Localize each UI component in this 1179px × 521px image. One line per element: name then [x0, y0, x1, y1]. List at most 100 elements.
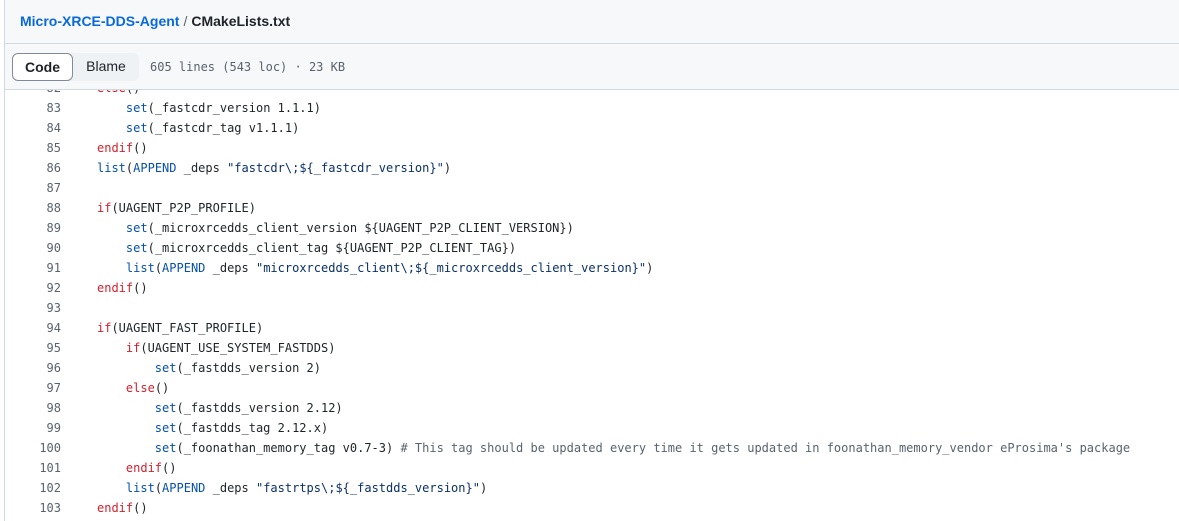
line-number[interactable]: 91 [5, 258, 61, 278]
line-number[interactable]: 92 [5, 278, 61, 298]
line-code: list(APPEND _deps "fastcdr\;${_fastcdr_v… [97, 158, 451, 178]
line-number[interactable]: 96 [5, 358, 61, 378]
code-line: 99 set(_fastdds_tag 2.12.x) [5, 418, 1179, 438]
code-token: () [162, 461, 177, 475]
code-line: 93 [5, 298, 1179, 318]
code-token: else [97, 90, 126, 95]
code-token: APPEND [133, 161, 177, 175]
code-line: 91 list(APPEND _deps "microxrcedds_clien… [5, 258, 1179, 278]
code-token: "fastrtps\;${_fastdds_version}" [255, 481, 480, 495]
code-line: 86 list(APPEND _deps "fastcdr\;${_fastcdr… [5, 158, 1179, 178]
line-number[interactable]: 86 [5, 158, 61, 178]
code-token: APPEND [162, 261, 206, 275]
code-token: set [154, 441, 177, 455]
code-token: set [125, 241, 148, 255]
code-token: () [126, 90, 140, 95]
line-code: endif() [97, 458, 177, 478]
line-number[interactable]: 93 [5, 298, 61, 318]
line-code: if(UAGENT_FAST_PROFILE) [97, 318, 263, 338]
line-number[interactable]: 82 [5, 90, 61, 98]
line-number[interactable]: 97 [5, 378, 61, 398]
file-header: Micro-XRCE-DDS-Agent / CMakeLists.txt [5, 0, 1179, 44]
line-number[interactable]: 84 [5, 118, 61, 138]
code-token: _deps [205, 481, 256, 495]
code-token: () [133, 281, 148, 295]
line-code: else() [97, 378, 169, 398]
code-token: set [154, 361, 177, 375]
code-line: 92 endif() [5, 278, 1179, 298]
line-code: set(_microxrcedds_client_version ${UAGEN… [97, 218, 574, 238]
file-toolbar: Code Blame 605 lines (543 loc) · 23 KB [5, 44, 1179, 90]
line-number[interactable]: 87 [5, 178, 61, 198]
line-code: set(_fastcdr_tag v1.1.1) [97, 118, 299, 138]
code-token: (_fastdds_tag 2.12.x) [176, 421, 329, 435]
code-view[interactable]: 82else()83 set(_fastcdr_version 1.1.1)84… [5, 90, 1179, 521]
code-line: 82 else() [5, 90, 1179, 98]
code-token: endif [97, 501, 134, 515]
code-token: list [125, 481, 155, 495]
line-number[interactable]: 83 [5, 98, 61, 118]
line-number[interactable]: 100 [5, 438, 61, 458]
line-code: list(APPEND _deps "fastrtps\;${_fastdds_… [97, 478, 487, 498]
code-line: 101 endif() [5, 458, 1179, 478]
line-code: set(_foonathan_memory_tag v0.7-3) # This… [97, 438, 1130, 458]
line-number[interactable]: 88 [5, 198, 61, 218]
line-code: if(UAGENT_USE_SYSTEM_FASTDDS) [97, 338, 336, 358]
code-token: "fastcdr\;${_fastcdr_version}" [227, 161, 444, 175]
line-number[interactable]: 103 [5, 498, 61, 518]
code-token: set [125, 121, 148, 135]
code-token: list [97, 161, 126, 175]
line-number[interactable]: 99 [5, 418, 61, 438]
line-code: endif() [97, 278, 148, 298]
code-token: ) [646, 261, 654, 275]
code-line: 96 set(_fastdds_version 2) [5, 358, 1179, 378]
blame-tab-button[interactable]: Blame [73, 53, 139, 81]
code-token: set [125, 101, 148, 115]
line-number[interactable]: 98 [5, 398, 61, 418]
code-token: ( [154, 481, 163, 495]
code-token: () [154, 381, 170, 395]
code-token: ) [479, 481, 488, 495]
code-token: "microxrcedds_client\;${_microxrcedds_cl… [255, 261, 647, 275]
code-line: 98 set(_fastdds_version 2.12) [5, 398, 1179, 418]
code-token: () [133, 501, 148, 515]
line-number[interactable]: 101 [5, 458, 61, 478]
line-code: endif() [97, 138, 148, 158]
code-line: 85 endif() [5, 138, 1179, 158]
code-token: ( [154, 261, 163, 275]
line-code: else() [97, 90, 140, 98]
code-token: APPEND [162, 481, 206, 495]
code-token: if [97, 201, 112, 215]
code-token: (_fastcdr_version 1.1.1) [147, 101, 321, 115]
code-line: 95 if(UAGENT_USE_SYSTEM_FASTDDS) [5, 338, 1179, 358]
code-token: () [133, 141, 148, 155]
code-token: (_fastdds_version 2) [176, 361, 321, 375]
line-number[interactable]: 85 [5, 138, 61, 158]
code-token: if [97, 321, 112, 335]
breadcrumb-repo-link[interactable]: Micro-XRCE-DDS-Agent [20, 13, 179, 29]
line-code: set(_fastcdr_version 1.1.1) [97, 98, 321, 118]
code-token: set [154, 421, 177, 435]
code-line: 89 set(_microxrcedds_client_version ${UA… [5, 218, 1179, 238]
code-token: set [125, 221, 148, 235]
code-tab-button[interactable]: Code [12, 53, 73, 81]
line-number[interactable]: 94 [5, 318, 61, 338]
line-number[interactable]: 89 [5, 218, 61, 238]
code-token: endif [125, 461, 163, 475]
line-number[interactable]: 102 [5, 478, 61, 498]
code-token: _deps [205, 261, 256, 275]
code-token: else [125, 381, 155, 395]
breadcrumb-file-name: CMakeLists.txt [191, 13, 291, 29]
file-stats: 605 lines (543 loc) · 23 KB [150, 60, 346, 74]
code-line: 100 set(_foonathan_memory_tag v0.7-3) # … [5, 438, 1179, 458]
code-token: # This tag should be updated every time … [400, 441, 1131, 455]
code-token: endif [97, 281, 134, 295]
code-token: (_foonathan_memory_tag v0.7-3) [176, 441, 401, 455]
code-token: (UAGENT_FAST_PROFILE) [111, 321, 264, 335]
code-token: endif [97, 141, 134, 155]
code-token: (_fastdds_version 2.12) [176, 401, 343, 415]
line-number[interactable]: 95 [5, 338, 61, 358]
file-viewer: Micro-XRCE-DDS-Agent / CMakeLists.txt Code… [4, 0, 1179, 521]
line-code: set(_fastdds_version 2) [97, 358, 321, 378]
line-number[interactable]: 90 [5, 238, 61, 258]
